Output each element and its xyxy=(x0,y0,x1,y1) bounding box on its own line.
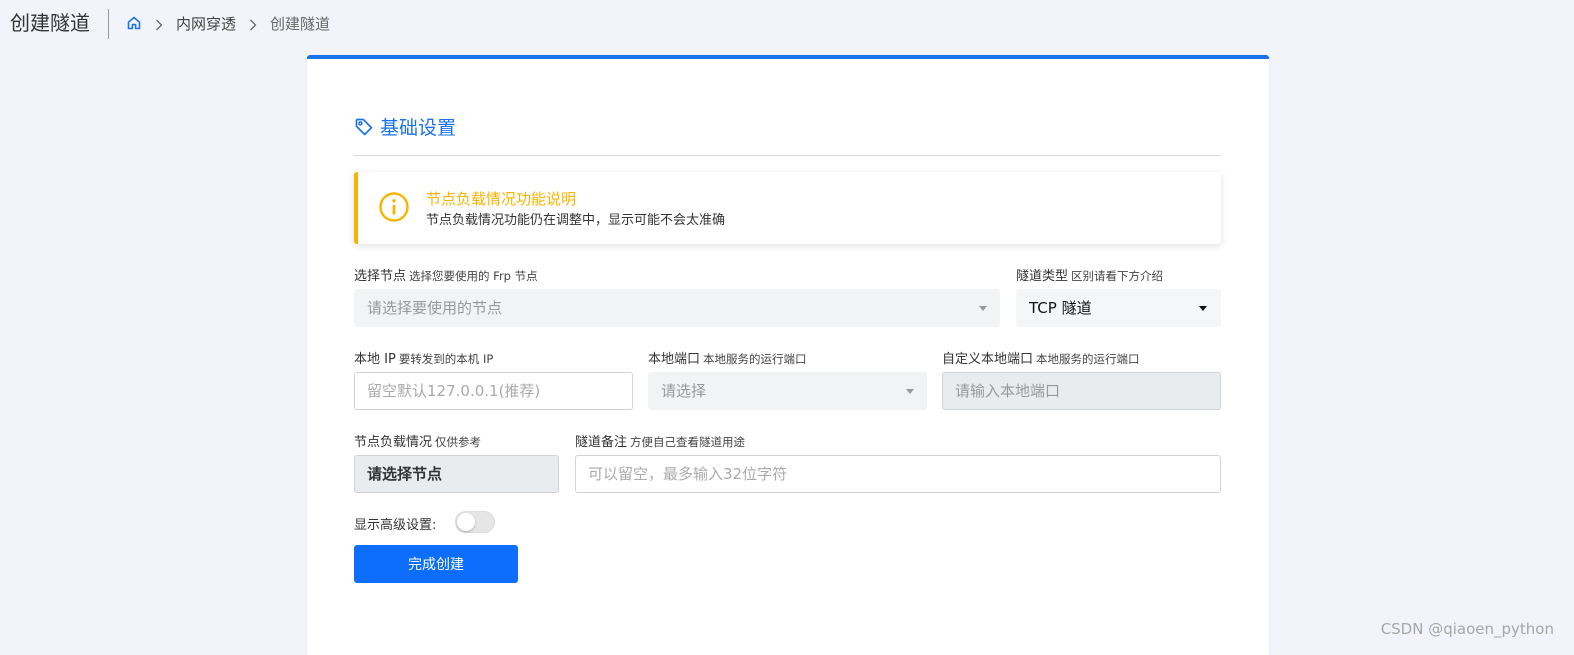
local-ip-placeholder: 留空默认127.0.0.1(推荐) xyxy=(367,382,540,400)
remark-label: 隧道备注方便自己查看隧道用途 xyxy=(575,431,745,450)
chevron-down-icon xyxy=(1199,306,1207,311)
local-port-select[interactable]: 请选择 xyxy=(648,372,927,410)
watermark: CSDN @qiaoen_python xyxy=(1381,620,1554,638)
breadcrumb-current: 创建隧道 xyxy=(270,13,330,34)
alert-title: 节点负载情况功能说明 xyxy=(426,188,576,209)
local-ip-label-hint: 要转发到的本机 IP xyxy=(399,352,493,366)
local-ip-label-text: 本地 IP xyxy=(354,352,396,367)
tunnel-type-label-hint: 区别请看下方介绍 xyxy=(1071,269,1163,283)
page-title: 创建隧道 xyxy=(10,8,90,38)
breadcrumb-link-intranet[interactable]: 内网穿透 xyxy=(176,13,236,34)
toggle-knob xyxy=(457,513,475,531)
local-ip-input[interactable]: 留空默认127.0.0.1(推荐) xyxy=(354,372,633,410)
chevron-down-icon xyxy=(979,306,987,311)
tunnel-type-value: TCP 隧道 xyxy=(1029,299,1092,317)
tunnel-type-label-text: 隧道类型 xyxy=(1016,269,1068,284)
custom-port-label-text: 自定义本地端口 xyxy=(942,352,1033,367)
custom-port-placeholder: 请输入本地端口 xyxy=(955,382,1060,400)
title-divider xyxy=(108,9,109,39)
custom-port-input[interactable]: 请输入本地端口 xyxy=(942,372,1221,410)
node-select[interactable]: 请选择要使用的节点 xyxy=(354,289,1000,327)
chevron-down-icon xyxy=(906,389,914,394)
remark-input[interactable]: 可以留空，最多输入32位字符 xyxy=(575,455,1221,493)
remark-label-text: 隧道备注 xyxy=(575,435,627,450)
custom-port-label: 自定义本地端口本地服务的运行端口 xyxy=(942,348,1140,367)
section-title: 基础设置 xyxy=(354,113,456,140)
section-divider xyxy=(354,155,1221,156)
form-card: 基础设置 节点负载情况功能说明 节点负载情况功能仍在调整中，显示可能不会太准确 … xyxy=(307,55,1269,655)
local-port-label-text: 本地端口 xyxy=(648,352,700,367)
node-load-value: 请选择节点 xyxy=(367,465,442,483)
section-title-text: 基础设置 xyxy=(380,113,456,140)
node-load-field: 请选择节点 xyxy=(354,455,559,493)
advanced-settings-label: 显示高级设置: xyxy=(354,514,436,533)
local-port-label: 本地端口本地服务的运行端口 xyxy=(648,348,807,367)
tunnel-type-label: 隧道类型区别请看下方介绍 xyxy=(1016,265,1163,284)
chevron-right-icon xyxy=(247,17,259,29)
local-port-placeholder: 请选择 xyxy=(661,382,706,400)
node-label: 选择节点选择您要使用的 Frp 节点 xyxy=(354,265,538,284)
local-ip-label: 本地 IP要转发到的本机 IP xyxy=(354,348,493,367)
remark-placeholder: 可以留空，最多输入32位字符 xyxy=(588,465,787,483)
info-alert: 节点负载情况功能说明 节点负载情况功能仍在调整中，显示可能不会太准确 xyxy=(354,172,1221,244)
breadcrumb: 内网穿透 创建隧道 xyxy=(126,12,330,34)
node-load-label-hint: 仅供参考 xyxy=(435,435,481,449)
tunnel-type-select[interactable]: TCP 隧道 xyxy=(1016,289,1221,327)
home-icon[interactable] xyxy=(126,15,142,31)
node-label-text: 选择节点 xyxy=(354,269,406,284)
submit-button[interactable]: 完成创建 xyxy=(354,545,518,583)
node-load-label: 节点负载情况仅供参考 xyxy=(354,431,481,450)
node-load-label-text: 节点负载情况 xyxy=(354,435,432,450)
chevron-right-icon xyxy=(153,17,165,29)
custom-port-label-hint: 本地服务的运行端口 xyxy=(1036,352,1140,366)
tag-icon xyxy=(354,117,374,137)
info-icon xyxy=(378,191,410,223)
node-label-hint: 选择您要使用的 Frp 节点 xyxy=(409,269,538,283)
node-select-placeholder: 请选择要使用的节点 xyxy=(367,299,502,317)
alert-text: 节点负载情况功能仍在调整中，显示可能不会太准确 xyxy=(426,209,725,228)
advanced-settings-toggle[interactable] xyxy=(455,511,495,533)
local-port-label-hint: 本地服务的运行端口 xyxy=(703,352,807,366)
remark-label-hint: 方便自己查看隧道用途 xyxy=(630,435,745,449)
